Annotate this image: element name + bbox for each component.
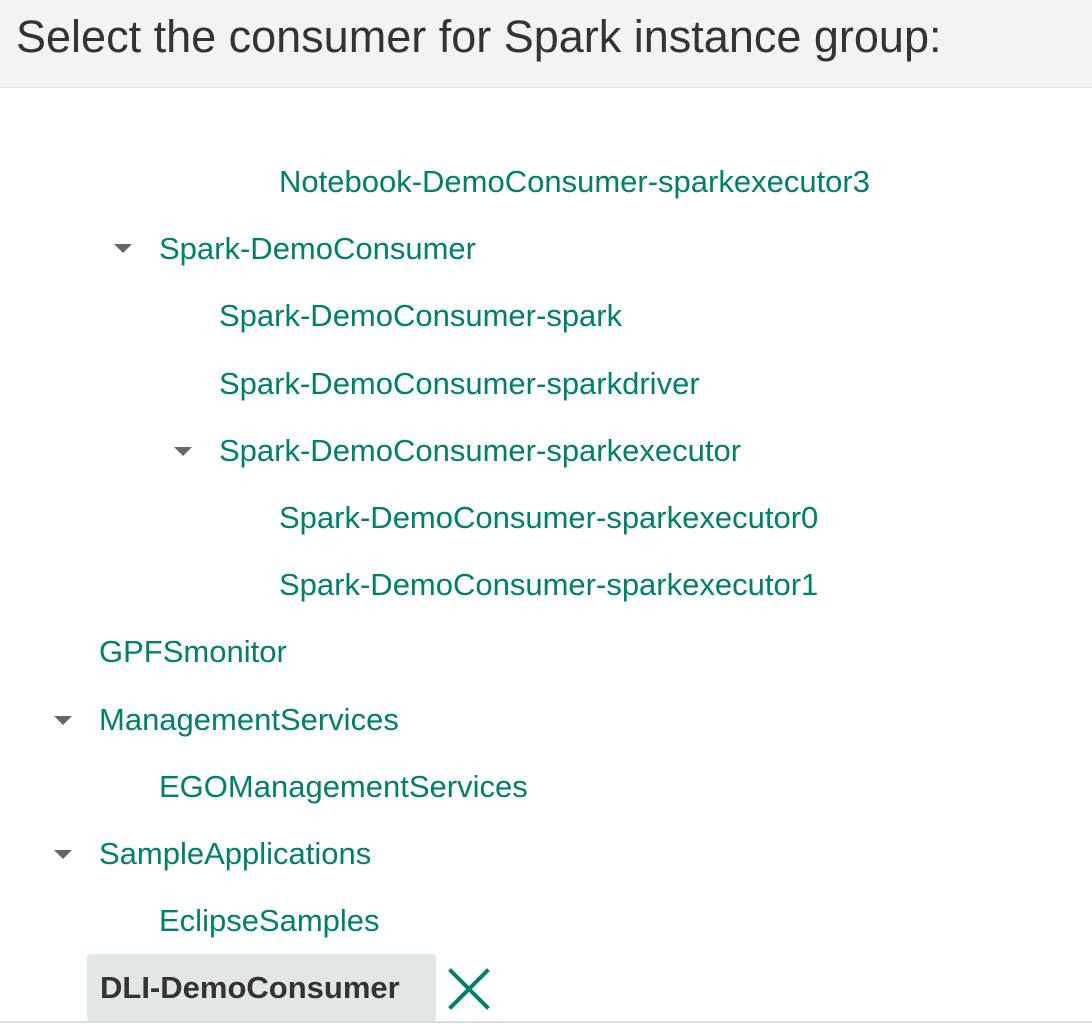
- tree-item-label[interactable]: Spark-DemoConsumer-spark: [219, 296, 622, 336]
- tree-item-spark-democonsumer-spark[interactable]: Spark-DemoConsumer-spark: [219, 289, 622, 343]
- tree-item-label[interactable]: EGOManagementServices: [159, 767, 528, 807]
- tree-item-spark-democonsumer-sparkexecutor[interactable]: Spark-DemoConsumer-sparkexecutor: [219, 424, 741, 478]
- close-icon[interactable]: [446, 966, 492, 1012]
- tree-item-spark-democonsumer-sparkdriver[interactable]: Spark-DemoConsumer-sparkdriver: [219, 357, 700, 411]
- tree-item-label[interactable]: Spark-DemoConsumer-sparkexecutor: [219, 431, 741, 471]
- expand-caret-icon[interactable]: [174, 447, 192, 456]
- tree-item-label[interactable]: Spark-DemoConsumer-sparkdriver: [219, 364, 700, 404]
- expand-caret-icon[interactable]: [114, 244, 132, 253]
- tree-item-spark-democonsumer-sparkexecutor1[interactable]: Spark-DemoConsumer-sparkexecutor1: [279, 558, 818, 612]
- divider: [0, 1021, 1092, 1023]
- tree-item-notebook-democonsumer-sparkexecutor3[interactable]: Notebook-DemoConsumer-sparkexecutor3: [279, 155, 870, 209]
- tree-item-spark-democonsumer[interactable]: Spark-DemoConsumer: [159, 222, 476, 276]
- tree-item-label[interactable]: Spark-DemoConsumer-sparkexecutor1: [279, 565, 818, 605]
- tree-item-label[interactable]: Spark-DemoConsumer: [159, 229, 476, 269]
- tree-item-spark-democonsumer-sparkexecutor0[interactable]: Spark-DemoConsumer-sparkexecutor0: [279, 491, 818, 545]
- tree-item-label[interactable]: ManagementServices: [99, 700, 399, 740]
- tree-item-label[interactable]: Notebook-DemoConsumer-sparkexecutor3: [279, 162, 870, 202]
- expand-caret-icon[interactable]: [54, 716, 72, 725]
- tree-item-egomanagementservices[interactable]: EGOManagementServices: [159, 760, 528, 814]
- tree-item-managementservices[interactable]: ManagementServices: [99, 693, 399, 747]
- tree-item-label[interactable]: SampleApplications: [99, 834, 371, 874]
- expand-caret-icon[interactable]: [54, 850, 72, 859]
- tree-item-sampleapplications[interactable]: SampleApplications: [99, 827, 371, 881]
- selected-item-label[interactable]: DLI-DemoConsumer: [100, 966, 400, 1010]
- tree-item-eclipsesamples[interactable]: EclipseSamples: [159, 894, 380, 948]
- tree-item-label[interactable]: GPFSmonitor: [99, 632, 287, 672]
- close-icon-graphic: [448, 968, 490, 1010]
- tree-item-gpfsmonitor[interactable]: GPFSmonitor: [99, 625, 287, 679]
- consumer-tree: Notebook-DemoConsumer-sparkexecutor3 Spa…: [0, 0, 1092, 1024]
- tree-item-label[interactable]: Spark-DemoConsumer-sparkexecutor0: [279, 498, 818, 538]
- tree-item-label[interactable]: EclipseSamples: [159, 901, 380, 941]
